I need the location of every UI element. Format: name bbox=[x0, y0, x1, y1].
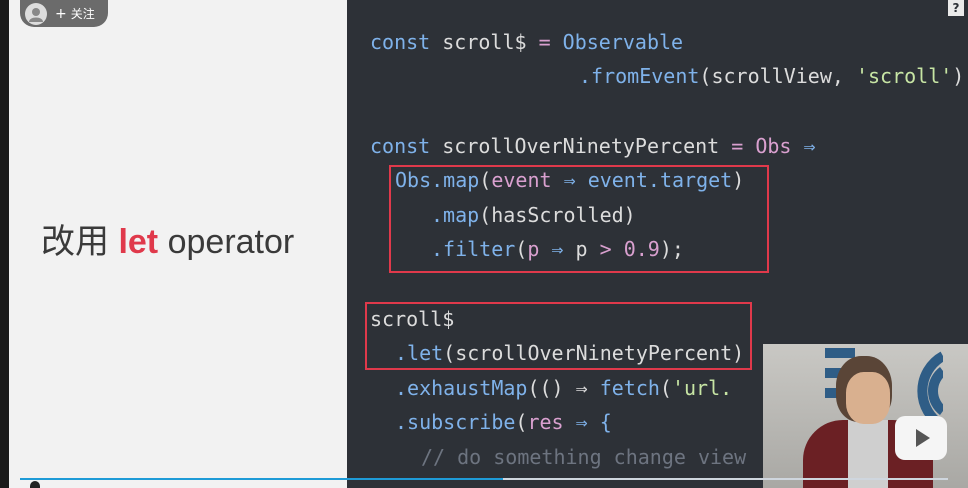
code-line-3: const scrollOverNinetyPercent = Obs ⇒ bbox=[370, 134, 816, 158]
progress-fill bbox=[20, 478, 503, 480]
highlight-box-let bbox=[365, 302, 752, 370]
avatar bbox=[25, 2, 47, 25]
webcam-overlay bbox=[763, 344, 968, 488]
slide-heading: 改用 let operator bbox=[41, 223, 295, 261]
play-icon bbox=[916, 429, 930, 447]
highlight-box-operator bbox=[389, 165, 769, 273]
bilibili-tv-icon[interactable] bbox=[895, 416, 947, 460]
plus-icon: + bbox=[55, 5, 67, 22]
code-line-9: .exhaustMap(() ⇒ fetch('url. bbox=[395, 376, 733, 400]
avatar-icon bbox=[29, 7, 43, 22]
code-line-2: .fromEvent(scrollView, 'scroll') bbox=[579, 64, 965, 88]
code-line-10: .subscribe(res ⇒ { bbox=[395, 410, 612, 434]
help-icon[interactable]: ? bbox=[948, 0, 964, 16]
code-line-1: const scroll$ = Observable bbox=[370, 30, 684, 54]
heading-keyword: let bbox=[118, 223, 159, 261]
follow-button[interactable]: + 关注 bbox=[20, 0, 108, 27]
slide-left-panel: 改用 let operator bbox=[9, 0, 347, 488]
progress-handle[interactable] bbox=[30, 481, 40, 488]
code-line-11: // do something change view bbox=[421, 445, 747, 469]
video-left-edge bbox=[0, 0, 9, 488]
follow-label: 关注 bbox=[70, 7, 95, 21]
